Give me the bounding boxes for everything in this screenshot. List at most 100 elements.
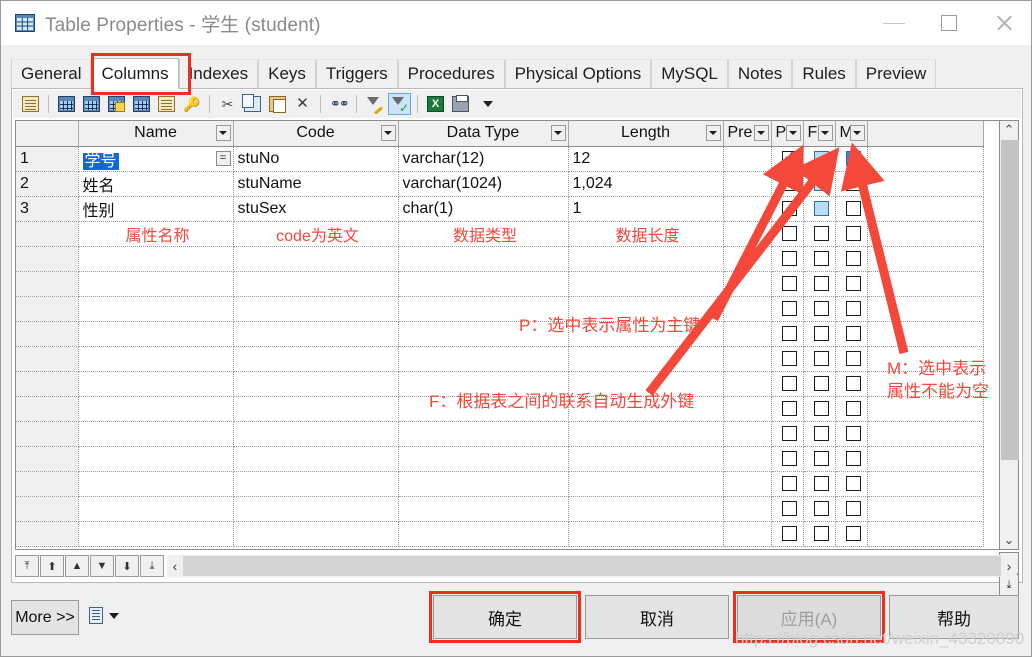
p-checkbox[interactable] — [781, 175, 797, 191]
report-dropdown-caret-icon[interactable] — [109, 613, 119, 619]
cancel-button[interactable]: 取消 — [585, 595, 729, 639]
cell-name[interactable] — [78, 421, 234, 447]
apply-filter-icon[interactable] — [388, 93, 411, 115]
row-number[interactable] — [16, 321, 79, 347]
m-checkbox[interactable] — [845, 450, 861, 466]
cell-f[interactable] — [803, 396, 836, 422]
cell-pre[interactable] — [723, 146, 772, 172]
table-row[interactable] — [16, 421, 984, 447]
cell-f[interactable] — [803, 496, 836, 522]
m-checkbox[interactable] — [845, 400, 861, 416]
cell-name[interactable] — [78, 371, 234, 397]
p-checkbox[interactable] — [781, 500, 797, 516]
table-row[interactable] — [16, 346, 984, 372]
duplicate-row-icon[interactable] — [130, 93, 153, 115]
tab-notes[interactable]: Notes — [727, 59, 793, 88]
header-m-dropdown[interactable] — [849, 125, 865, 141]
cell-m[interactable] — [835, 446, 868, 472]
cell-datatype[interactable] — [398, 396, 569, 422]
scrollbar-thumb[interactable] — [1001, 140, 1019, 460]
p-checkbox[interactable] — [781, 350, 797, 366]
row-number[interactable] — [16, 271, 79, 297]
cell-p[interactable] — [771, 421, 804, 447]
row-number[interactable]: 3 — [16, 196, 79, 222]
close-button[interactable] — [976, 1, 1031, 45]
m-checkbox[interactable] — [845, 525, 861, 541]
cell-m[interactable] — [835, 246, 868, 272]
header-f-dropdown[interactable] — [817, 125, 833, 141]
cell-name[interactable]: 姓名 — [78, 171, 234, 197]
cell-m[interactable] — [835, 471, 868, 497]
cell-f[interactable] — [803, 221, 836, 247]
row-number[interactable] — [16, 396, 79, 422]
find-icon[interactable]: ⚭⚭ — [327, 93, 350, 115]
cell-length[interactable] — [568, 271, 724, 297]
tab-keys[interactable]: Keys — [258, 59, 316, 88]
tab-indexes[interactable]: Indexes — [178, 59, 259, 88]
cell-p[interactable] — [771, 146, 804, 172]
scroll-down-button[interactable]: ⌄ — [1000, 531, 1018, 549]
cell-pre[interactable] — [723, 296, 772, 322]
cell-code[interactable] — [233, 396, 399, 422]
tab-general[interactable]: General — [11, 59, 92, 88]
grid-horizontal-scrollbar[interactable]: ‹ › — [167, 555, 1017, 577]
f-checkbox[interactable] — [813, 450, 829, 466]
cell-f[interactable] — [803, 521, 836, 547]
tab-mysql[interactable]: MySQL — [651, 59, 728, 88]
create-object-icon[interactable] — [155, 93, 178, 115]
cell-m[interactable] — [835, 171, 868, 197]
cell-datatype[interactable] — [398, 296, 569, 322]
cell-code[interactable] — [233, 296, 399, 322]
row-number[interactable] — [16, 296, 79, 322]
minimize-button[interactable] — [866, 1, 921, 45]
p-checkbox[interactable] — [781, 200, 797, 216]
cell-p[interactable] — [771, 496, 804, 522]
cell-code[interactable] — [233, 421, 399, 447]
columns-grid[interactable]: Name Code Data Type Length Pre P F M 1 学… — [15, 120, 1019, 550]
f-checkbox[interactable] — [813, 375, 829, 391]
paste-icon[interactable] — [266, 93, 289, 115]
tab-physical-options[interactable]: Physical Options — [504, 59, 652, 88]
f-checkbox[interactable] — [813, 400, 829, 416]
cell-f[interactable] — [803, 196, 836, 222]
tab-triggers[interactable]: Triggers — [315, 59, 398, 88]
print-icon[interactable] — [449, 93, 472, 115]
cell-code[interactable] — [233, 321, 399, 347]
cell-name[interactable] — [78, 321, 234, 347]
cell-pre[interactable] — [723, 421, 772, 447]
customize-columns-icon[interactable] — [363, 93, 386, 115]
row-number[interactable] — [16, 521, 79, 547]
cell-f[interactable] — [803, 346, 836, 372]
header-name-dropdown[interactable] — [215, 125, 231, 141]
row-number[interactable] — [16, 371, 79, 397]
cell-p[interactable] — [771, 296, 804, 322]
table-row[interactable] — [16, 371, 984, 397]
m-checkbox[interactable] — [845, 200, 861, 216]
tab-columns[interactable]: Columns — [91, 58, 179, 89]
table-row[interactable]: 3 性别 stuSex char(1) 1 — [16, 196, 984, 222]
move-up-button[interactable]: ▲ — [65, 555, 89, 577]
m-checkbox[interactable] — [845, 325, 861, 341]
p-checkbox[interactable] — [781, 275, 797, 291]
row-number[interactable] — [16, 446, 79, 472]
cell-pre[interactable] — [723, 446, 772, 472]
primary-key-icon[interactable]: 🔑 — [180, 93, 203, 115]
f-checkbox[interactable] — [813, 350, 829, 366]
cell-editor-button[interactable]: = — [215, 150, 231, 166]
cell-name[interactable] — [78, 496, 234, 522]
cell-datatype[interactable] — [398, 271, 569, 297]
tab-procedures[interactable]: Procedures — [397, 59, 505, 88]
properties-icon[interactable] — [19, 93, 42, 115]
f-checkbox[interactable] — [813, 475, 829, 491]
p-checkbox[interactable] — [781, 300, 797, 316]
add-row-icon[interactable] — [80, 93, 103, 115]
cell-code[interactable] — [233, 371, 399, 397]
grid-vertical-scrollbar[interactable]: ⌃ ⌄ — [999, 120, 1019, 550]
cell-length[interactable] — [568, 396, 724, 422]
cell-p[interactable] — [771, 346, 804, 372]
cell-name[interactable] — [78, 296, 234, 322]
header-code-dropdown[interactable] — [380, 125, 396, 141]
table-row[interactable] — [16, 271, 984, 297]
cell-m[interactable] — [835, 371, 868, 397]
cell-length[interactable]: 12 — [568, 146, 724, 172]
